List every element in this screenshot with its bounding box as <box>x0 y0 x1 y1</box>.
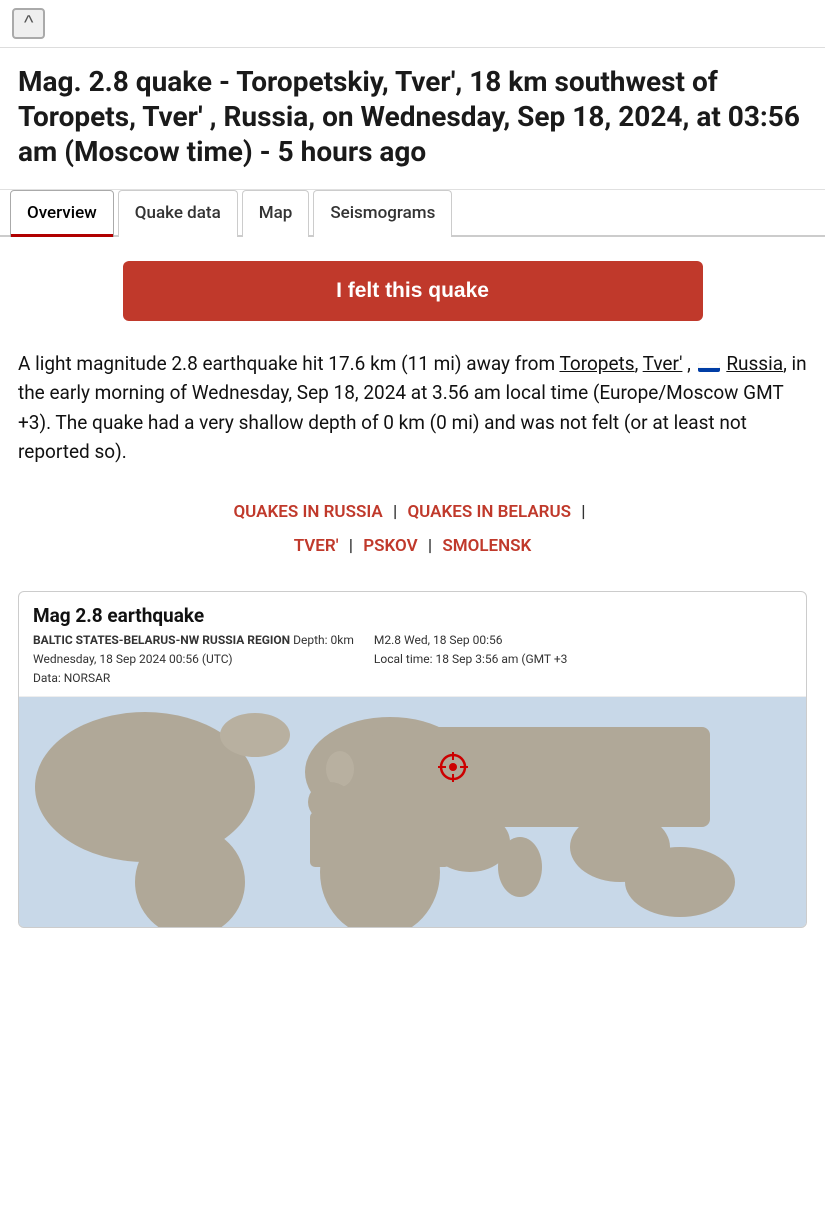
felt-this-quake-button[interactable]: I felt this quake <box>123 261 703 321</box>
map-card-meta-left: BALTIC STATES-BELARUS-NW RUSSIA REGION D… <box>33 631 354 689</box>
map-card-data-source: Data: NORSAR <box>33 671 110 685</box>
map-card-date-utc: Wednesday, 18 Sep 2024 00:56 (UTC) <box>33 652 233 666</box>
map-card-header: Mag 2.8 earthquake BALTIC STATES-BELARUS… <box>19 592 806 698</box>
tab-map-label: Map <box>259 203 293 223</box>
russia-link[interactable]: Russia <box>726 352 783 375</box>
depth-inline: Depth: 0km <box>293 633 354 647</box>
tab-quake-data-label: Quake data <box>135 203 221 223</box>
map-card-mag: M2.8 Wed, 18 Sep 00:56 <box>374 633 503 647</box>
pskov-link[interactable]: PSKOV <box>363 536 417 556</box>
tab-overview-label: Overview <box>27 203 97 223</box>
felt-button-label: I felt this quake <box>336 279 489 302</box>
russia-flag-icon <box>698 357 720 372</box>
map-card: Mag 2.8 earthquake BALTIC STATES-BELARUS… <box>18 591 807 929</box>
quakes-russia-link[interactable]: QUAKES IN RUSSIA <box>233 502 382 522</box>
content-area: I felt this quake A light magnitude 2.8 … <box>0 237 825 968</box>
top-bar: ^ <box>0 0 825 48</box>
map-card-meta: BALTIC STATES-BELARUS-NW RUSSIA REGION D… <box>33 631 792 689</box>
tver-link[interactable]: Tver' <box>643 352 683 375</box>
tabs-container: Overview Quake data Map Seismograms <box>0 190 825 237</box>
separator-3: | <box>349 536 353 556</box>
toropets-link[interactable]: Toropets <box>559 352 634 375</box>
tab-seismograms-label: Seismograms <box>330 203 435 223</box>
tver-region-link[interactable]: TVER' <box>294 536 339 556</box>
tab-seismograms[interactable]: Seismograms <box>313 190 452 237</box>
page-title: Mag. 2.8 quake - Toropetskiy, Tver', 18 … <box>0 48 825 190</box>
chevron-up-icon: ^ <box>24 12 33 34</box>
smolensk-link[interactable]: SMOLENSK <box>442 536 531 556</box>
map-card-region: BALTIC STATES-BELARUS-NW RUSSIA REGION <box>33 633 290 647</box>
map-card-meta-right: M2.8 Wed, 18 Sep 00:56 Local time: 18 Se… <box>374 631 567 689</box>
collapse-button[interactable]: ^ <box>12 8 45 39</box>
separator-4: | <box>428 536 432 556</box>
tab-map[interactable]: Map <box>242 190 310 237</box>
related-links: QUAKES IN RUSSIA | QUAKES IN BELARUS | T… <box>18 495 807 563</box>
tab-quake-data[interactable]: Quake data <box>118 190 238 237</box>
earthquake-description: A light magnitude 2.8 earthquake hit 17.… <box>18 349 807 467</box>
separator-2: | <box>581 502 585 522</box>
page-title-text: Mag. 2.8 quake - Toropetskiy, Tver', 18 … <box>18 65 800 168</box>
tab-overview[interactable]: Overview <box>10 190 114 237</box>
map-area <box>19 697 806 927</box>
separator-1: | <box>393 502 397 522</box>
quakes-belarus-link[interactable]: QUAKES IN BELARUS <box>407 502 571 522</box>
map-card-title: Mag 2.8 earthquake <box>33 604 792 627</box>
map-card-local-time: Local time: 18 Sep 3:56 am (GMT +3 <box>374 652 567 666</box>
